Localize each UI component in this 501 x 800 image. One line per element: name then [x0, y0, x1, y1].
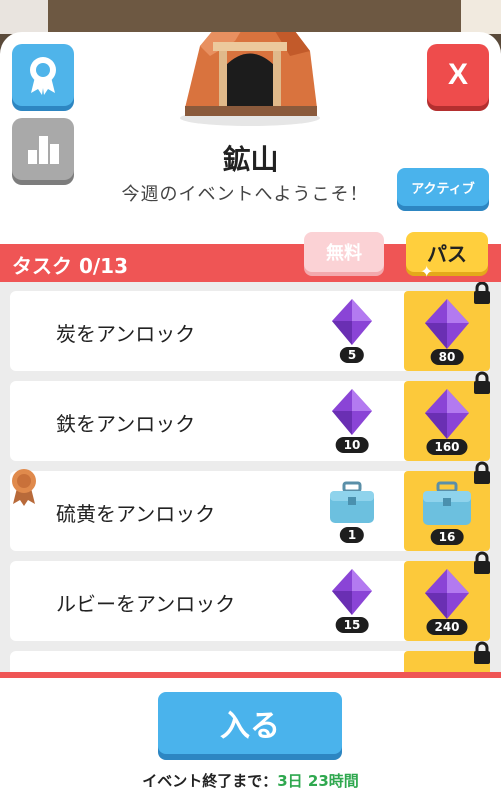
- task-row: 炭をアンロック 5 80: [10, 282, 490, 371]
- task-row: 硫黄をアンロック 1 16: [10, 461, 490, 551]
- pass-tab[interactable]: パス: [406, 232, 488, 272]
- list-bottom-divider: [0, 672, 501, 678]
- close-button[interactable]: X: [427, 44, 489, 106]
- free-tab[interactable]: 無料: [304, 232, 384, 272]
- pass-reward-cell[interactable]: 160: [404, 371, 490, 461]
- toolbox-icon: [330, 481, 374, 523]
- reward-count: 80: [430, 349, 464, 365]
- purple-gem-icon: [332, 389, 372, 435]
- pass-reward: 80: [416, 297, 478, 365]
- free-reward[interactable]: 5: [322, 297, 382, 363]
- achievement-button[interactable]: [12, 44, 74, 106]
- task-name: 炭をアンロック: [56, 322, 196, 346]
- pass-reward-cell[interactable]: [404, 641, 490, 674]
- pass-reward: 240: [416, 567, 478, 635]
- event-panel: X 鉱山 今週のイベントへようこそ！ アクティブ タスク 0/13 無料 パス …: [0, 32, 501, 800]
- reward-count: 1: [339, 527, 365, 543]
- purple-gem-icon: [332, 299, 372, 345]
- task-name: ルビーをアンロック: [56, 592, 236, 616]
- enter-button[interactable]: 入る: [158, 692, 342, 754]
- task-list[interactable]: 炭をアンロック 5 80 鉄をアンロック 10 160 硫黄をアンロック 1 1…: [0, 282, 501, 674]
- free-reward[interactable]: 10: [322, 387, 382, 453]
- reward-count: 16: [430, 529, 464, 545]
- free-reward[interactable]: 15: [322, 567, 382, 633]
- sparkle-icon: ✦: [420, 262, 434, 281]
- lock-icon: [474, 461, 490, 484]
- purple-gem-icon: [425, 389, 469, 439]
- reward-count: 5: [339, 347, 365, 363]
- active-button[interactable]: アクティブ: [397, 168, 489, 206]
- purple-gem-icon: [332, 569, 372, 615]
- pass-reward: 160: [416, 387, 478, 455]
- purple-gem-icon: [425, 569, 469, 619]
- pass-reward: 16: [416, 477, 478, 545]
- ribbon-badge-icon: [30, 57, 56, 95]
- event-subtitle: 今週のイベントへようこそ！: [121, 184, 369, 205]
- lock-icon: [474, 282, 490, 304]
- lock-icon: [474, 551, 490, 574]
- reward-count: 160: [426, 439, 468, 455]
- task-row: 鉄をアンロック 10 160: [10, 371, 490, 461]
- lock-icon: [474, 641, 490, 664]
- purple-gem-icon: [425, 299, 469, 349]
- background-left: [0, 0, 48, 34]
- mine-entrance-image: [180, 32, 320, 126]
- event-end-timer: イベント終了まで：3日 23時間: [0, 770, 501, 791]
- reward-count: 240: [426, 619, 468, 635]
- task-row: ルビーをアンロック 15 240: [10, 551, 490, 641]
- task-progress: タスク 0/13: [12, 254, 129, 278]
- task-name: 鉄をアンロック: [56, 412, 196, 436]
- task-name: 硫黄をアンロック: [56, 502, 216, 526]
- background-strip: [0, 0, 501, 34]
- task-row: [10, 641, 490, 674]
- lock-icon: [474, 371, 490, 394]
- pass-reward-cell[interactable]: 80: [404, 282, 490, 371]
- end-prefix: イベント終了まで：: [142, 772, 278, 790]
- bronze-medal-icon: [12, 469, 36, 506]
- end-time: 3日 23時間: [277, 772, 359, 790]
- free-reward[interactable]: 1: [322, 477, 382, 543]
- pass-reward-cell[interactable]: 240: [404, 551, 490, 641]
- reward-count: 10: [335, 437, 369, 453]
- toolbox-icon: [423, 481, 471, 525]
- pass-reward-cell[interactable]: 16: [404, 461, 490, 551]
- reward-count: 15: [335, 617, 369, 633]
- background-right: [461, 0, 501, 34]
